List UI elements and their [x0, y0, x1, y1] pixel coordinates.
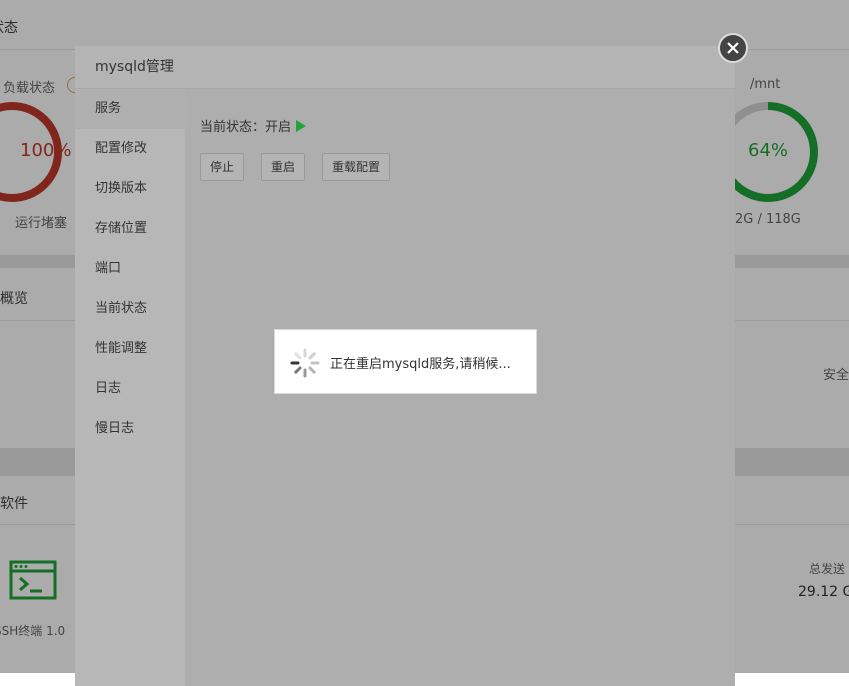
loading-message: 正在重启mysqld服务,请稍候...	[330, 357, 511, 372]
sidebar-item-performance[interactable]: 性能调整	[75, 329, 185, 369]
dialog-sidebar: 服务 配置修改 切换版本 存储位置 端口 当前状态 性能调整 日志 慢日志	[75, 89, 185, 686]
sidebar-item-port[interactable]: 端口	[75, 249, 185, 289]
restart-button[interactable]: 重启	[261, 153, 306, 181]
sidebar-item-config-edit[interactable]: 配置修改	[75, 129, 185, 169]
sidebar-item-current-status[interactable]: 当前状态	[75, 289, 185, 329]
close-dialog-button[interactable]	[718, 33, 748, 63]
service-status-text: 当前状态：开启	[200, 120, 292, 135]
sidebar-item-storage-location[interactable]: 存储位置	[75, 209, 185, 249]
service-status: 当前状态：开启	[200, 116, 307, 135]
dialog-title: mysqld管理	[75, 46, 735, 89]
sidebar-item-log[interactable]: 日志	[75, 369, 185, 409]
loading-spinner-icon	[290, 348, 320, 378]
sidebar-item-service[interactable]: 服务	[75, 89, 185, 129]
play-icon	[296, 120, 307, 132]
reload-config-button[interactable]: 重载配置	[322, 153, 391, 181]
close-icon	[727, 42, 739, 54]
sidebar-item-slow-log[interactable]: 慢日志	[75, 409, 185, 449]
sidebar-item-switch-version[interactable]: 切换版本	[75, 169, 185, 209]
loading-toast: 正在重启mysqld服务,请稍候...	[274, 329, 537, 394]
stop-button[interactable]: 停止	[200, 153, 245, 181]
